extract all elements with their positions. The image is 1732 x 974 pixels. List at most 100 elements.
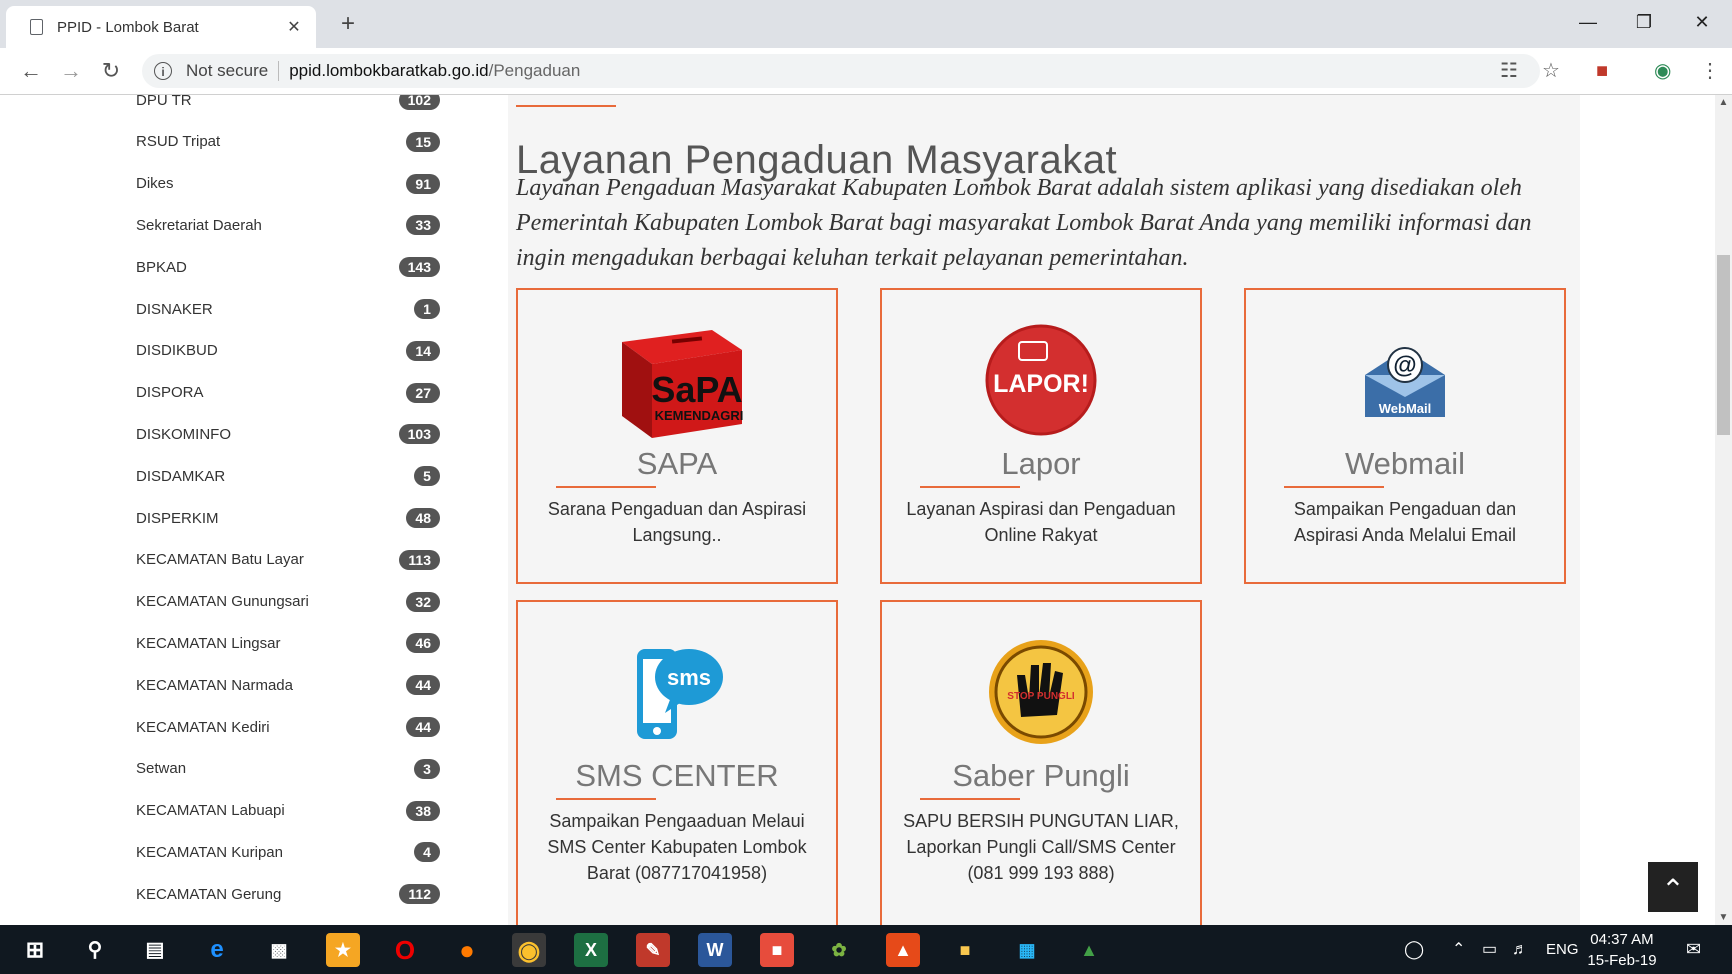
sidebar-item[interactable]: KECAMATAN Gerung 112 (136, 879, 440, 909)
reload-button[interactable]: ↻ (96, 56, 126, 86)
scroll-up-arrow[interactable]: ▲ (1715, 97, 1732, 108)
sidebar-item[interactable]: DISDAMKAR 5 (136, 461, 440, 491)
card-saber-pungli[interactable]: STOP PUNGLI Saber Pungli SAPU BERSIH PUN… (880, 600, 1202, 925)
translate-icon[interactable]: ☷ (1500, 54, 1518, 88)
people-icon[interactable]: ◯ (1404, 925, 1424, 974)
task-view-icon[interactable]: ▤ (138, 933, 172, 967)
count-badge: 4 (414, 842, 440, 863)
app-icon[interactable]: ✎ (636, 933, 670, 967)
tab-strip: PPID - Lombok Barat ✕ + — ❐ ✕ (0, 0, 1732, 48)
card-sms-center[interactable]: sms SMS CENTER Sampaikan Pengaaduan Mela… (516, 600, 838, 925)
app-icon[interactable]: ▦ (1010, 933, 1044, 967)
sidebar-item[interactable]: KECAMATAN Gunungsari 32 (136, 587, 440, 617)
file-explorer-icon[interactable]: ■ (948, 933, 982, 967)
back-to-top-button[interactable]: ⌃ (1648, 862, 1698, 912)
sidebar-item[interactable]: KECAMATAN Kediri 44 (136, 712, 440, 742)
scrollbar-thumb[interactable] (1717, 255, 1730, 435)
sidebar-item[interactable]: Sekretariat Daerah 33 (136, 210, 440, 240)
sidebar-item[interactable]: KECAMATAN Batu Layar 113 (136, 545, 440, 575)
search-icon[interactable]: ⚲ (78, 933, 112, 967)
card-description: Sampaikan Pengaaduan Melaui SMS Center K… (547, 811, 807, 883)
card-underline (556, 486, 656, 488)
show-hidden-icons-icon[interactable]: ⌃ (1452, 925, 1465, 974)
sidebar-item[interactable]: KECAMATAN Lingsar 46 (136, 628, 440, 658)
card-lapor[interactable]: LAPOR! Lapor Layanan Aspirasi dan Pengad… (880, 288, 1202, 584)
sidebar-item-label: DISKOMINFO (136, 425, 232, 443)
bookmark-star-icon[interactable]: ☆ (1542, 54, 1560, 88)
sidebar-item[interactable]: BPKAD 143 (136, 252, 440, 282)
extension-icon[interactable]: ■ (1596, 54, 1608, 88)
app-icon[interactable]: ★ (326, 933, 360, 967)
app-icon[interactable]: ■ (760, 933, 794, 967)
app-icon[interactable]: ▲ (1072, 933, 1106, 967)
card-description: Sarana Pengaduan dan Aspirasi Langsung.. (547, 499, 807, 545)
tab-title: PPID - Lombok Barat (57, 18, 199, 36)
volume-icon[interactable]: ♬ (1512, 925, 1528, 974)
firefox-icon[interactable]: ● (450, 933, 484, 967)
window-close-button[interactable]: ✕ (1680, 6, 1724, 38)
sidebar-item[interactable]: KECAMATAN Labuapi 38 (136, 796, 440, 826)
card-title: Webmail (1344, 446, 1466, 481)
count-badge: 3 (414, 758, 440, 779)
forward-button[interactable]: → (56, 56, 86, 86)
count-badge: 46 (406, 633, 440, 654)
card-title: Saber Pungli (952, 758, 1130, 793)
card-webmail[interactable]: @ WebMail Webmail Sampaikan Pengaduan da… (1244, 288, 1566, 584)
address-bar[interactable]: i Not secure ppid.lombokbaratkab.go.id/P… (142, 54, 1540, 88)
svg-text:WebMail: WebMail (1379, 401, 1432, 416)
scroll-down-arrow[interactable]: ▼ (1715, 912, 1732, 923)
windows-start-icon[interactable]: ⊞ (18, 933, 52, 967)
word-icon[interactable]: W (698, 933, 732, 967)
sidebar-item[interactable]: Dikes 91 (136, 169, 440, 199)
sidebar-item-label: DISPERKIM (136, 509, 219, 527)
tab-close-button[interactable]: ✕ (282, 17, 306, 37)
notification-icon[interactable]: ✉ (1686, 925, 1701, 974)
card-underline (920, 486, 1020, 488)
sidebar-item[interactable]: DPU TR 102 (136, 95, 440, 115)
count-badge: 5 (414, 466, 440, 487)
count-badge: 102 (398, 95, 440, 110)
sidebar-item[interactable]: DISDIKBUD 14 (136, 336, 440, 366)
sidebar-item[interactable]: DISKOMINFO 103 (136, 419, 440, 449)
sidebar-item[interactable]: KECAMATAN Narmada 44 (136, 670, 440, 700)
svg-text:KEMENDAGRI: KEMENDAGRI (655, 408, 744, 423)
app-icon[interactable]: ✿ (822, 933, 856, 967)
profile-icon[interactable]: ◉ (1654, 54, 1671, 88)
new-tab-button[interactable]: + (334, 10, 362, 38)
store-icon[interactable]: ▩ (262, 933, 296, 967)
card-sapa[interactable]: SaPA KEMENDAGRI SAPA Sarana Pengaduan da… (516, 288, 838, 584)
edge-icon[interactable]: e (200, 933, 234, 967)
minimize-button[interactable]: — (1566, 6, 1610, 38)
sidebar-item-label: DPU TR (136, 95, 192, 109)
page-scrollbar[interactable]: ▲ ▼ (1715, 95, 1732, 925)
sidebar-item-label: Setwan (136, 760, 187, 778)
count-badge: 27 (406, 382, 440, 403)
card-description: Layanan Aspirasi dan Pengaduan Online Ra… (906, 499, 1176, 545)
clock[interactable]: 04:37 AM 15-Feb-19 (1586, 929, 1658, 971)
sidebar-item[interactable]: RSUD Tripat 15 (136, 127, 440, 157)
saber-pungli-logo: STOP PUNGLI (882, 632, 1200, 752)
sapa-logo: SaPA KEMENDAGRI (518, 320, 836, 440)
language-indicator[interactable]: ENG (1546, 925, 1579, 974)
page-viewport: DPU TR 102 RSUD Tripat 15 Dikes 91 Sekretariat… (0, 95, 1732, 925)
count-badge: 33 (406, 215, 440, 236)
title-accent-line (516, 105, 616, 107)
excel-icon[interactable]: X (574, 933, 608, 967)
sidebar-item[interactable]: DISPORA 27 (136, 378, 440, 408)
restore-button[interactable]: ❐ (1622, 6, 1666, 38)
count-badge: 44 (406, 675, 440, 696)
sidebar-item[interactable]: DISNAKER 1 (136, 294, 440, 324)
sidebar-item[interactable]: DISPERKIM 48 (136, 503, 440, 533)
opera-icon[interactable]: O (388, 933, 422, 967)
info-icon[interactable]: i (154, 62, 172, 80)
menu-icon[interactable]: ⋮ (1700, 54, 1720, 88)
url-path: /Pengaduan (488, 61, 581, 80)
battery-icon[interactable]: ▭ (1482, 925, 1497, 974)
browser-tab[interactable]: PPID - Lombok Barat ✕ (6, 6, 316, 48)
sidebar-item[interactable]: Setwan 3 (136, 754, 440, 784)
sidebar-item-label: KECAMATAN Labuapi (136, 802, 285, 820)
sidebar-item[interactable]: KECAMATAN Kuripan 4 (136, 837, 440, 867)
back-button[interactable]: ← (16, 56, 46, 86)
chrome-icon[interactable]: ◉ (512, 933, 546, 967)
app-icon[interactable]: ▲ (886, 933, 920, 967)
